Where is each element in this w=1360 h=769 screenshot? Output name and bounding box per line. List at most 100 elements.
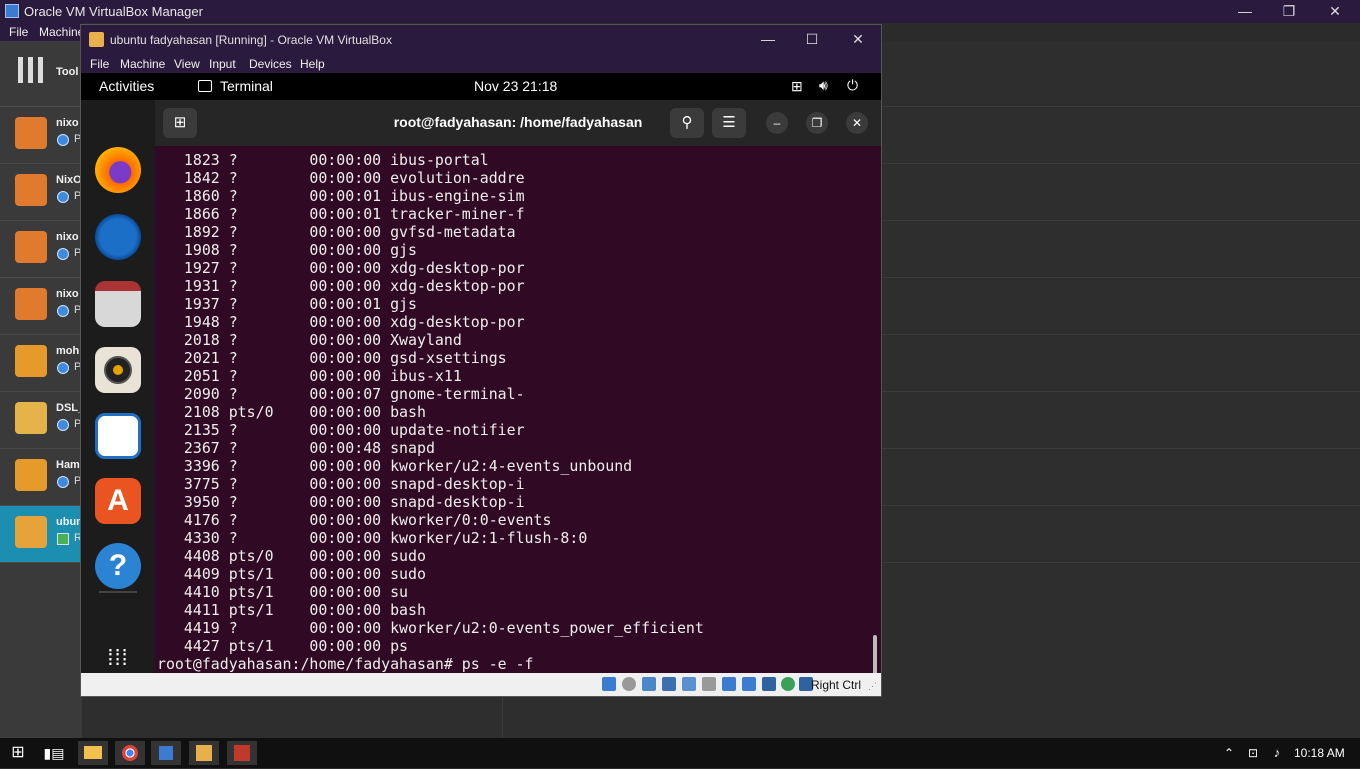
vm-window-icon: [89, 32, 104, 47]
hdd-icon[interactable]: [602, 677, 616, 691]
file-explorer-icon[interactable]: [78, 741, 108, 765]
vm-item[interactable]: nixo P: [0, 221, 82, 278]
vm-close-button[interactable]: ✕: [835, 25, 881, 54]
windows-start-icon[interactable]: ⊞: [3, 741, 33, 765]
vm-menu-file[interactable]: File: [90, 57, 109, 71]
os-icon: [15, 345, 47, 377]
app-center-icon[interactable]: A: [95, 478, 141, 524]
terminal-output: 1823 ? 00:00:00 ibus-portal 1842 ? 00:00…: [157, 151, 704, 673]
terminal-line: 1931 ? 00:00:00 xdg-desktop-por: [157, 277, 525, 295]
vm-window: ubuntu fadyahasan [Running] - Oracle VM …: [81, 25, 881, 696]
app-taskbar-icon[interactable]: [227, 741, 257, 765]
terminal-line: 4410 pts/1 00:00:00 su: [157, 583, 409, 601]
taskbar-clock[interactable]: 10:18 AM: [1294, 746, 1345, 760]
help-icon[interactable]: ?: [95, 543, 141, 589]
manager-menubar: File Machine: [0, 23, 84, 41]
tux-icon: [15, 117, 47, 149]
clock[interactable]: Nov 23 21:18: [474, 78, 557, 94]
powered-off-icon: [57, 248, 69, 260]
terminal-line: 1927 ? 00:00:00 xdg-desktop-por: [157, 259, 525, 277]
vm-item[interactable]: NixO P: [0, 164, 82, 221]
powered-off-icon: [57, 191, 69, 203]
terminal-line: 2051 ? 00:00:00 ibus-x11: [157, 367, 462, 385]
activities-button[interactable]: Activities: [99, 78, 154, 94]
usb-icon[interactable]: [682, 677, 696, 691]
maximize-button[interactable]: ❐: [1266, 0, 1312, 23]
vm-taskbar-icon[interactable]: [189, 741, 219, 765]
recording-icon[interactable]: [742, 677, 756, 691]
close-icon[interactable]: ✕: [846, 112, 868, 134]
network-adapter-icon[interactable]: [662, 677, 676, 691]
vm-item[interactable]: Ham P: [0, 449, 82, 506]
vm-item[interactable]: nixo P: [0, 107, 82, 164]
terminal-line: 1823 ? 00:00:00 ibus-portal: [157, 151, 489, 169]
resize-grip-icon[interactable]: ⋰: [868, 681, 877, 692]
search-icon[interactable]: ⚲: [670, 108, 704, 138]
vm-statusbar: Right Ctrl ⋰: [81, 673, 881, 696]
menu-machine[interactable]: Machine: [39, 25, 84, 39]
app-menu[interactable]: Terminal: [220, 78, 273, 94]
tools-label: Tool: [56, 66, 79, 78]
terminal-line: 4409 pts/1 00:00:00 sudo: [157, 565, 426, 583]
minimize-icon[interactable]: –: [766, 112, 788, 134]
tux-icon: [15, 174, 47, 206]
network-icon[interactable]: ⊞: [791, 78, 803, 95]
terminal-line: 4419 ? 00:00:00 kworker/u2:0-events_powe…: [157, 619, 704, 637]
os-icon: [15, 459, 47, 491]
terminal-line: 1892 ? 00:00:00 gvfsd-metadata: [157, 223, 516, 241]
powered-off-icon: [57, 362, 69, 374]
terminal-line: 2018 ? 00:00:00 Xwayland: [157, 331, 462, 349]
speaker-tray-icon[interactable]: ♪: [1262, 741, 1292, 765]
mouse-integration-icon[interactable]: [781, 677, 795, 691]
vm-item[interactable]: nixo P: [0, 278, 82, 335]
terminal-line: 4330 ? 00:00:00 kworker/u2:1-flush-8:0: [157, 529, 588, 547]
restore-icon[interactable]: ❐: [806, 112, 828, 134]
libreoffice-writer-icon[interactable]: [95, 413, 141, 459]
task-view-icon[interactable]: ▮▤: [39, 741, 69, 765]
terminal-line: 2021 ? 00:00:00 gsd-xsettings: [157, 349, 507, 367]
display-icon[interactable]: [722, 677, 736, 691]
cpu-icon[interactable]: [762, 677, 776, 691]
virtualbox-taskbar-icon[interactable]: [151, 741, 181, 765]
optical-drive-icon[interactable]: [622, 677, 636, 691]
tools-item[interactable]: Tool: [0, 41, 82, 107]
vm-item-selected[interactable]: ubun R: [0, 506, 82, 563]
vm-menu-help[interactable]: Help: [300, 57, 325, 71]
vm-item[interactable]: DSL_ P: [0, 392, 82, 449]
terminal-line: 1937 ? 00:00:01 gjs: [157, 295, 417, 313]
menu-file[interactable]: File: [9, 25, 28, 39]
vm-menu-devices[interactable]: Devices: [249, 57, 292, 71]
chrome-icon[interactable]: [115, 741, 145, 765]
vm-menu-view[interactable]: View: [174, 57, 200, 71]
terminal-body[interactable]: 1823 ? 00:00:00 ibus-portal 1842 ? 00:00…: [155, 146, 881, 673]
vm-item[interactable]: moh P: [0, 335, 82, 392]
volume-icon[interactable]: 🔊︎: [819, 77, 828, 94]
rhythmbox-icon[interactable]: [95, 347, 141, 393]
vm-menu-machine[interactable]: Machine: [120, 57, 165, 71]
firefox-icon[interactable]: [95, 147, 141, 193]
minimize-button[interactable]: —: [1222, 0, 1268, 23]
scrollbar[interactable]: [873, 635, 877, 673]
ubuntu-dock: A ? ⁞⁞⁞: [81, 100, 155, 673]
terminal-line: 4427 pts/1 00:00:00 ps: [157, 637, 409, 655]
close-button[interactable]: ✕: [1312, 0, 1358, 23]
audio-icon[interactable]: [642, 677, 656, 691]
vm-minimize-button[interactable]: —: [745, 25, 791, 54]
powered-off-icon: [57, 476, 69, 488]
menu-icon[interactable]: ☰: [712, 108, 746, 138]
terminal-line: 3396 ? 00:00:00 kworker/u2:4-events_unbo…: [157, 457, 633, 475]
tools-icon: [18, 57, 43, 83]
thunderbird-icon[interactable]: [95, 214, 141, 260]
files-icon[interactable]: [95, 281, 141, 327]
terminal-window[interactable]: ⊞ root@fadyahasan: /home/fadyahasan ⚲ ☰ …: [155, 100, 881, 673]
vm-menu-input[interactable]: Input: [209, 57, 236, 71]
tux-icon: [15, 231, 47, 263]
terminal-line: 1866 ? 00:00:01 tracker-miner-f: [157, 205, 525, 223]
windows-taskbar: ⊞ ▮▤ ⌃ ⊡ ♪ 10:18 AM: [0, 738, 1360, 768]
shared-folders-icon[interactable]: [702, 677, 716, 691]
terminal-line: 1860 ? 00:00:01 ibus-engine-sim: [157, 187, 525, 205]
power-icon[interactable]: ⏻: [847, 77, 858, 94]
terminal-line: root@fadyahasan:/home/fadyahasan# ps -e …: [157, 655, 534, 673]
os-icon: [15, 402, 47, 434]
vm-maximize-button[interactable]: ☐: [789, 25, 835, 54]
